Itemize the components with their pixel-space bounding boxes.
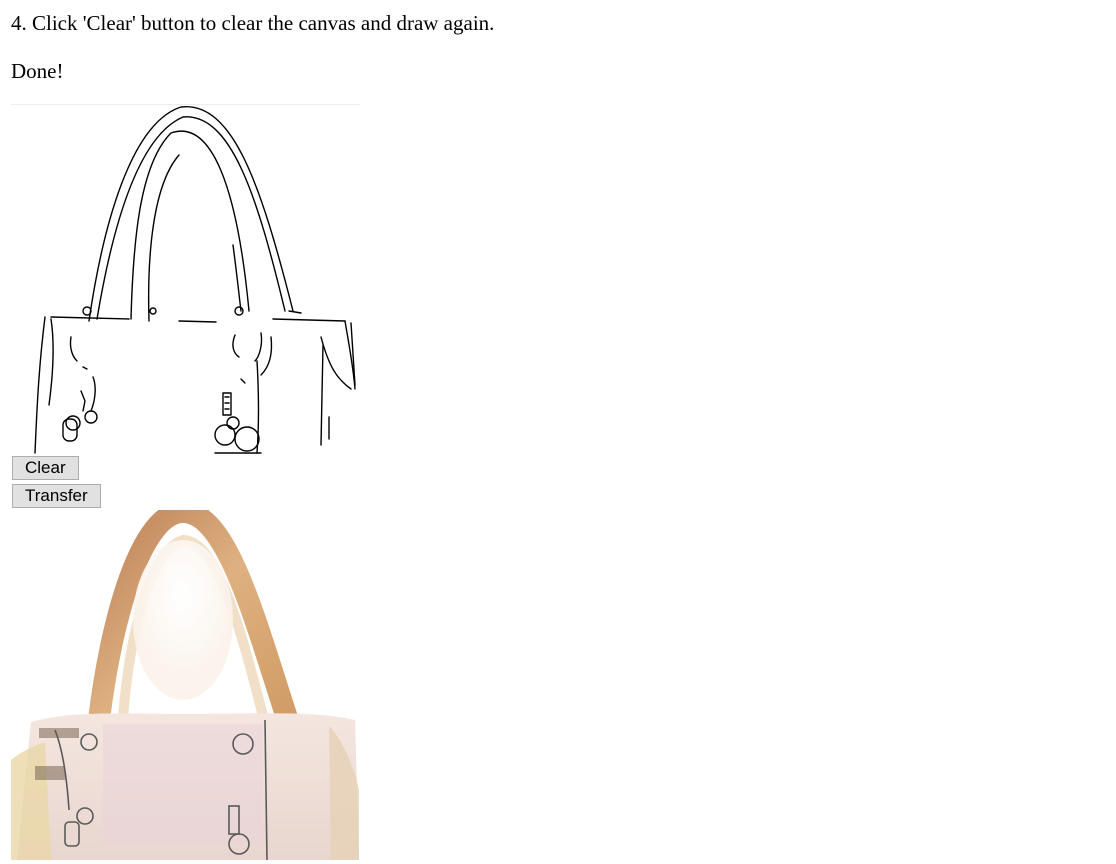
clear-button[interactable]: Clear xyxy=(12,456,79,480)
status-text: Done! xyxy=(11,59,64,83)
output-image xyxy=(11,510,360,860)
instruction-step-4: 4. Click 'Clear' button to clear the can… xyxy=(11,11,495,35)
page: 4. Click 'Clear' button to clear the can… xyxy=(0,0,1116,864)
handbag-sketch-image xyxy=(34,106,356,454)
transfer-button[interactable]: Transfer xyxy=(12,484,101,508)
handbag-photo-image xyxy=(11,510,360,860)
sketch-canvas[interactable] xyxy=(11,104,360,455)
